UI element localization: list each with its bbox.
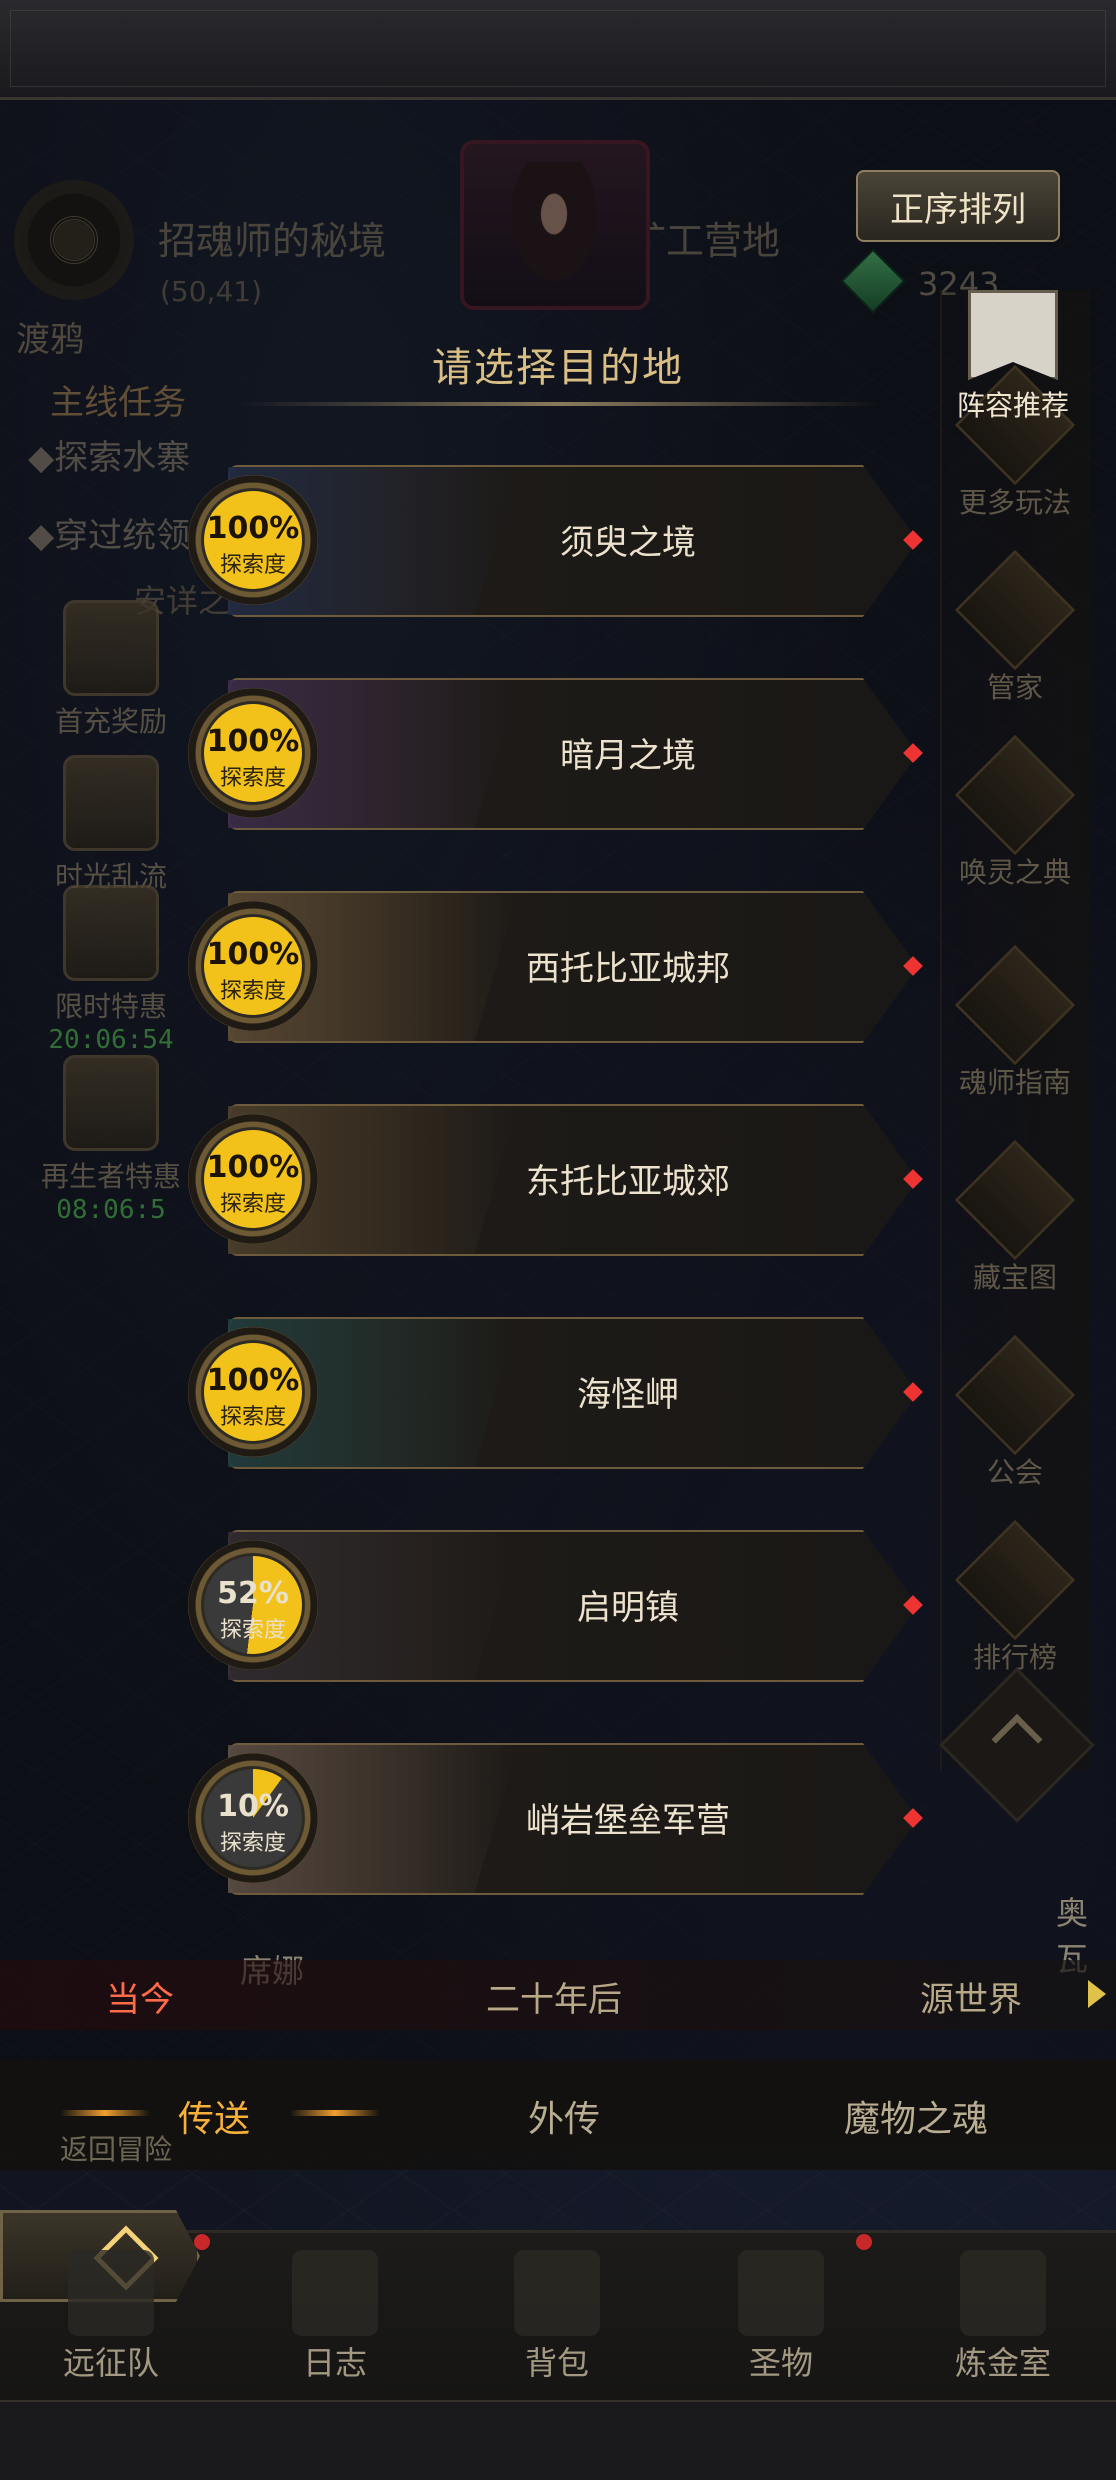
backpack-icon — [514, 2250, 600, 2336]
progress-percent: 100% — [206, 724, 300, 759]
progress-percent: 100% — [206, 1363, 300, 1398]
notification-dot — [856, 2234, 872, 2250]
tab-decoration — [60, 2110, 150, 2116]
progress-label: 探索度 — [219, 553, 286, 578]
progress-label: 探索度 — [219, 766, 286, 791]
progress-medal: 100% 探索度 — [188, 475, 318, 605]
progress-medal: 100% 探索度 — [188, 688, 318, 818]
destination-item[interactable]: 暗月之境 100% 探索度 — [188, 678, 948, 830]
tab-twenty-years-later[interactable]: 二十年后 — [486, 1972, 622, 2021]
tab-origin-world[interactable]: 源世界 — [920, 1972, 1022, 2021]
nav-label: 远征队 — [62, 2344, 159, 2382]
destination-item[interactable]: 海怪岬 100% 探索度 — [188, 1317, 948, 1469]
destination-name: 暗月之境 — [560, 736, 696, 776]
progress-percent: 100% — [206, 511, 300, 546]
notification-dot — [194, 2234, 210, 2250]
destination-list: 须臾之境 100% 探索度 暗月之境 100% 探索度 西托比亚城邦 100% … — [188, 465, 948, 1956]
expedition-icon — [68, 2250, 154, 2336]
progress-percent: 52% — [217, 1576, 289, 1611]
next-arrow-icon[interactable] — [1088, 1980, 1106, 2008]
relic-icon — [738, 2250, 824, 2336]
nav-label: 背包 — [524, 2344, 589, 2382]
progress-medal: 10% 探索度 — [188, 1753, 318, 1883]
bottom-frame — [0, 2400, 1116, 2480]
progress-medal: 52% 探索度 — [188, 1540, 318, 1670]
destination-item[interactable]: 须臾之境 100% 探索度 — [188, 465, 948, 617]
progress-label: 探索度 — [219, 1618, 286, 1643]
progress-label: 探索度 — [219, 1405, 286, 1430]
destination-name: 峭岩堡垒军营 — [526, 1801, 730, 1841]
destination-item[interactable]: 峭岩堡垒军营 10% 探索度 — [188, 1743, 948, 1895]
destination-name: 东托比亚城郊 — [526, 1162, 730, 1202]
nav-expedition[interactable]: 远征队 — [26, 2250, 196, 2384]
return-adventure-label[interactable]: 返回冒险 — [60, 2128, 172, 2168]
nav-journal[interactable]: 日志 — [250, 2250, 420, 2384]
progress-medal: 100% 探索度 — [188, 901, 318, 1031]
progress-percent: 100% — [206, 1150, 300, 1185]
progress-medal: 100% 探索度 — [188, 1327, 318, 1457]
progress-medal: 100% 探索度 — [188, 1114, 318, 1244]
destination-name: 海怪岬 — [577, 1375, 679, 1415]
title-divider — [240, 402, 880, 406]
top-frame — [0, 0, 1116, 100]
nav-alchemy[interactable]: 炼金室 — [918, 2250, 1088, 2384]
destination-item[interactable]: 启明镇 52% 探索度 — [188, 1530, 948, 1682]
destination-name: 须臾之境 — [560, 523, 696, 563]
destination-item[interactable]: 西托比亚城邦 100% 探索度 — [188, 891, 948, 1043]
nav-label: 炼金室 — [954, 2344, 1051, 2382]
nav-label: 日志 — [302, 2344, 367, 2382]
sort-button[interactable]: 正序排列 — [856, 170, 1060, 242]
nav-relic[interactable]: 圣物 — [696, 2250, 866, 2384]
progress-label: 探索度 — [219, 1192, 286, 1217]
panel-title: 请选择目的地 — [432, 345, 684, 391]
progress-label: 探索度 — [219, 979, 286, 1004]
tab-side-story[interactable]: 外传 — [528, 2090, 600, 2142]
progress-percent: 10% — [217, 1789, 289, 1824]
tab-teleport[interactable]: 传送 — [178, 2090, 250, 2142]
progress-label: 探索度 — [219, 1831, 286, 1856]
destination-name: 西托比亚城邦 — [526, 949, 730, 989]
destination-item[interactable]: 东托比亚城郊 100% 探索度 — [188, 1104, 948, 1256]
nav-backpack[interactable]: 背包 — [472, 2250, 642, 2384]
tab-monster-soul[interactable]: 魔物之魂 — [844, 2090, 988, 2142]
alchemy-icon — [960, 2250, 1046, 2336]
progress-percent: 100% — [206, 937, 300, 972]
destination-name: 启明镇 — [577, 1588, 679, 1628]
nav-label: 圣物 — [748, 2344, 813, 2382]
tab-decoration — [290, 2110, 380, 2116]
journal-icon — [292, 2250, 378, 2336]
tab-present[interactable]: 当今 — [106, 1972, 174, 2021]
